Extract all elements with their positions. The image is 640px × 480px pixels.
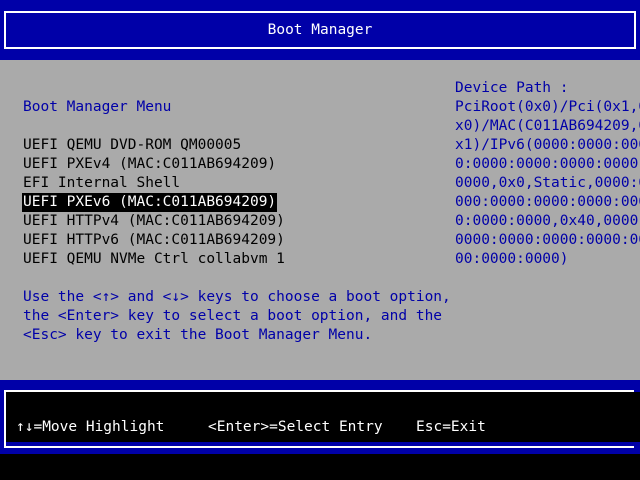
- exit-hint: Esc=Exit: [416, 419, 486, 435]
- main-panel: Boot Manager Menu UEFI QEMU DVD-ROM QM00…: [0, 60, 640, 380]
- device-path-line: 0:0000:0000:0000:0000:: [455, 156, 640, 172]
- boot-option-httpv4[interactable]: UEFI HTTPv4 (MAC:C011AB694209): [23, 212, 285, 231]
- device-path-line: 000:0000:0000:0000:000: [455, 194, 640, 210]
- device-path-label: Device Path :: [455, 80, 569, 96]
- device-path-line: x1)/IPv6(0000:0000:000: [455, 137, 640, 153]
- device-path-line: 0000:0000:0000:0000:00: [455, 232, 640, 248]
- boot-option-dvd[interactable]: UEFI QEMU DVD-ROM QM00005: [23, 136, 241, 155]
- boot-option-pxev6-selected[interactable]: UEFI PXEv6 (MAC:C011AB694209): [22, 193, 278, 212]
- help-line-1: Use the <↑> and <↓> keys to choose a boo…: [23, 289, 451, 305]
- title-frame: Boot Manager: [4, 11, 636, 49]
- device-path-line: 0000,0x0,Static,0000:0: [455, 175, 640, 191]
- menu-heading: Boot Manager Menu: [23, 99, 172, 115]
- page-title: Boot Manager: [267, 22, 373, 38]
- footer-strip: [0, 454, 640, 480]
- boot-option-shell[interactable]: EFI Internal Shell: [23, 174, 180, 193]
- help-line-3: <Esc> key to exit the Boot Manager Menu.: [23, 327, 373, 343]
- title-bar: Boot Manager: [0, 0, 640, 60]
- boot-option-nvme[interactable]: UEFI QEMU NVMe Ctrl collabvm 1: [23, 250, 285, 269]
- move-highlight-hint: ↑↓=Move Highlight: [16, 419, 165, 435]
- boot-option-pxev4[interactable]: UEFI PXEv4 (MAC:C011AB694209): [23, 155, 276, 174]
- help-line-2: the <Enter> key to select a boot option,…: [23, 308, 443, 324]
- device-path-line: 0:0000:0000,0x40,0000:: [455, 213, 640, 229]
- device-path-line: PciRoot(0x0)/Pci(0x1,0: [455, 99, 640, 115]
- bottom-bar: ↑↓=Move Highlight <Enter>=Select Entry E…: [0, 380, 640, 454]
- boot-option-httpv6[interactable]: UEFI HTTPv6 (MAC:C011AB694209): [23, 231, 285, 250]
- device-path-line: x0)/MAC(C011AB694209,0: [455, 118, 640, 134]
- select-entry-hint: <Enter>=Select Entry: [208, 419, 383, 435]
- device-path-line: 00:0000:0000): [455, 251, 569, 267]
